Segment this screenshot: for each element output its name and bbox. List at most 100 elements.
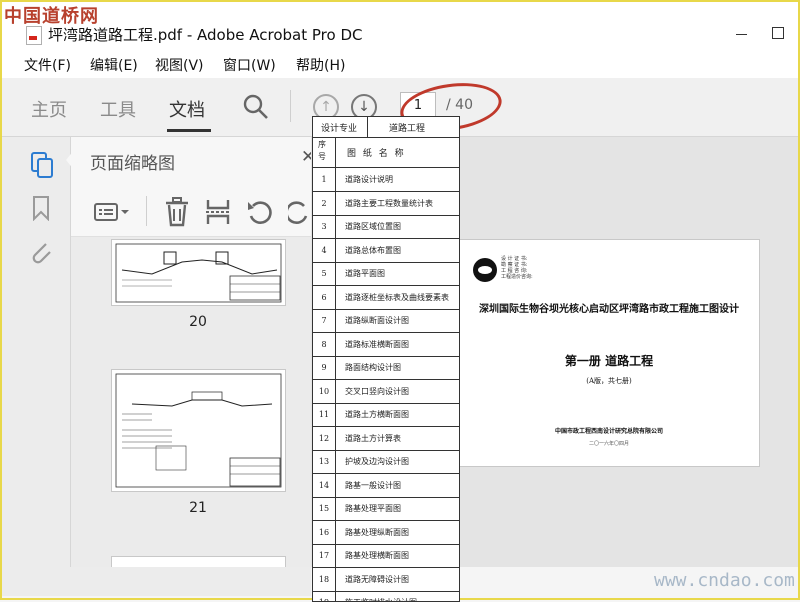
thumbnail-label: 21: [189, 500, 207, 516]
cover-certificates: 设 计 证 书: 勘 察 证 书: 工 程 咨 询: 工程造价咨询:: [501, 256, 533, 280]
window-title: 坪湾路道路工程.pdf - Adobe Acrobat Pro DC: [48, 26, 363, 44]
row-number: 6: [313, 285, 336, 309]
row-number: 9: [313, 356, 336, 379]
table-row: 1 道路设计说明: [313, 168, 459, 192]
active-tab-indicator: [167, 129, 211, 132]
header-value: 道路工程: [389, 124, 426, 134]
page-thumbnail[interactable]: [111, 369, 286, 492]
table-row: 9 路面结构设计图: [313, 356, 459, 380]
attachment-icon[interactable]: [28, 238, 54, 266]
extract-pages-icon[interactable]: [204, 198, 232, 226]
table-row: 2 道路主要工程数量统计表: [313, 191, 459, 216]
table-row: 10 交叉口竖向设计图: [313, 379, 459, 404]
row-drawing-name: 道路主要工程数量统计表: [345, 198, 433, 208]
row-drawing-name: 路基处理横断面图: [345, 551, 409, 560]
panel-separator: [146, 196, 147, 226]
row-number: 19: [313, 591, 336, 601]
row-drawing-name: 道路设计说明: [345, 175, 393, 184]
bookmark-icon[interactable]: [32, 195, 50, 221]
watermark-bottom: www.cndao.com: [654, 570, 795, 591]
search-icon[interactable]: [243, 94, 269, 120]
edition-subtitle: (A版，共七册): [586, 377, 632, 385]
table-header: 设计专业 道路工程: [313, 117, 459, 138]
row-drawing-name: 交叉口竖向设计图: [345, 386, 409, 396]
thumbnail-label: 20: [189, 314, 207, 330]
cover-page: 设 计 证 书: 勘 察 证 书: 工 程 咨 询: 工程造价咨询: 深圳国际生…: [458, 239, 760, 467]
table-row: 5 道路平面图: [313, 262, 459, 286]
page-thumbnails-icon[interactable]: [30, 151, 54, 179]
table-row: 18 道路无障碍设计图: [313, 567, 459, 592]
drawing-list-table: 设计专业 道路工程 序号 图 纸 名 称 1 道路设计说明 2 道路主要工程数量统计表…: [312, 116, 460, 602]
row-number: 11: [313, 403, 336, 426]
table-row: 14 路基一般设计图: [313, 473, 459, 498]
menu-window[interactable]: 窗口(W): [223, 55, 276, 75]
row-number: 2: [313, 191, 336, 215]
row-number: 13: [313, 450, 336, 473]
panel-bottom: [2, 567, 311, 596]
row-drawing-name: 施工临时排水设计图: [345, 591, 417, 601]
row-drawing-name: 道路无障碍设计图: [345, 574, 409, 584]
tab-document[interactable]: 文档: [169, 96, 205, 122]
table-row: 3 道路区域位置图: [313, 215, 459, 239]
row-drawing-name: 护坡及边沟设计图: [345, 457, 409, 466]
row-number: 15: [313, 497, 336, 520]
row-number: 5: [313, 262, 336, 285]
trash-icon[interactable]: [164, 197, 190, 227]
table-row: 15 路基处理平面图: [313, 497, 459, 521]
cover-date: 二〇一六年〇四月: [588, 441, 629, 447]
header-divider: [367, 117, 368, 137]
row-drawing-name: 道路土方计算表: [345, 433, 401, 443]
table-row: 11 道路土方横断面图: [313, 403, 459, 427]
row-drawing-name: 路基一般设计图: [345, 480, 401, 490]
row-number: 7: [313, 309, 336, 332]
row-number: 4: [313, 238, 336, 262]
table-row: 13 护坡及边沟设计图: [313, 450, 459, 474]
pdf-file-icon: [26, 26, 42, 45]
rotate-left-icon[interactable]: [246, 198, 274, 226]
minimize-button[interactable]: [730, 26, 754, 42]
row-drawing-name: 道路逐桩坐标表及曲线要素表: [345, 292, 449, 302]
col-name-header: 图 纸 名 称: [347, 149, 406, 159]
table-row: 6 道路逐桩坐标表及曲线要素表: [313, 285, 459, 310]
table-row: 4 道路总体布置图: [313, 238, 459, 263]
row-drawing-name: 道路总体布置图: [345, 245, 401, 255]
row-number: 1: [313, 168, 336, 191]
rotate-right-icon[interactable]: [288, 198, 310, 226]
table-row: 19 施工临时排水设计图: [313, 591, 459, 601]
table-row: 17 路基处理横断面图: [313, 544, 459, 568]
row-drawing-name: 路基处理纵断面图: [345, 527, 409, 537]
row-number: 16: [313, 520, 336, 544]
row-drawing-name: 道路区域位置图: [345, 222, 401, 231]
menu-edit[interactable]: 编辑(E): [90, 55, 138, 75]
row-drawing-name: 路基处理平面图: [345, 504, 401, 513]
menu-view[interactable]: 视图(V): [155, 55, 204, 75]
toolbar-separator: [290, 90, 291, 122]
menu-file[interactable]: 文件(F): [24, 55, 71, 75]
row-number: 17: [313, 544, 336, 567]
row-drawing-name: 路面结构设计图: [345, 363, 401, 372]
company-logo: [473, 258, 497, 282]
row-number: 8: [313, 332, 336, 356]
row-drawing-name: 道路平面图: [345, 269, 385, 278]
tab-home[interactable]: 主页: [31, 96, 67, 122]
project-title: 深圳国际生物谷坝光核心启动区坪湾路市政工程施工图设计: [479, 304, 739, 315]
col-number-header: 序号: [318, 140, 326, 161]
options-menu-icon[interactable]: [93, 200, 131, 224]
row-number: 14: [313, 473, 336, 497]
table-column-header: 序号 图 纸 名 称: [313, 137, 459, 168]
tab-tools[interactable]: 工具: [100, 96, 136, 122]
page-thumbnail[interactable]: [111, 239, 286, 306]
row-number: 3: [313, 215, 336, 238]
panel-title: 页面缩略图: [90, 154, 175, 174]
col-divider: [335, 137, 336, 167]
row-drawing-name: 道路纵断面设计图: [345, 316, 409, 325]
maximize-button[interactable]: [772, 27, 784, 39]
volume-title: 第一册 道路工程: [564, 354, 654, 368]
header-label: 设计专业: [321, 124, 358, 134]
row-number: 18: [313, 567, 336, 591]
row-drawing-name: 道路土方横断面图: [345, 410, 409, 419]
company-name: 中国市政工程西南设计研究总院有限公司: [554, 428, 663, 435]
menu-help[interactable]: 帮助(H): [296, 55, 345, 75]
row-number: 12: [313, 426, 336, 450]
row-number: 10: [313, 379, 336, 403]
